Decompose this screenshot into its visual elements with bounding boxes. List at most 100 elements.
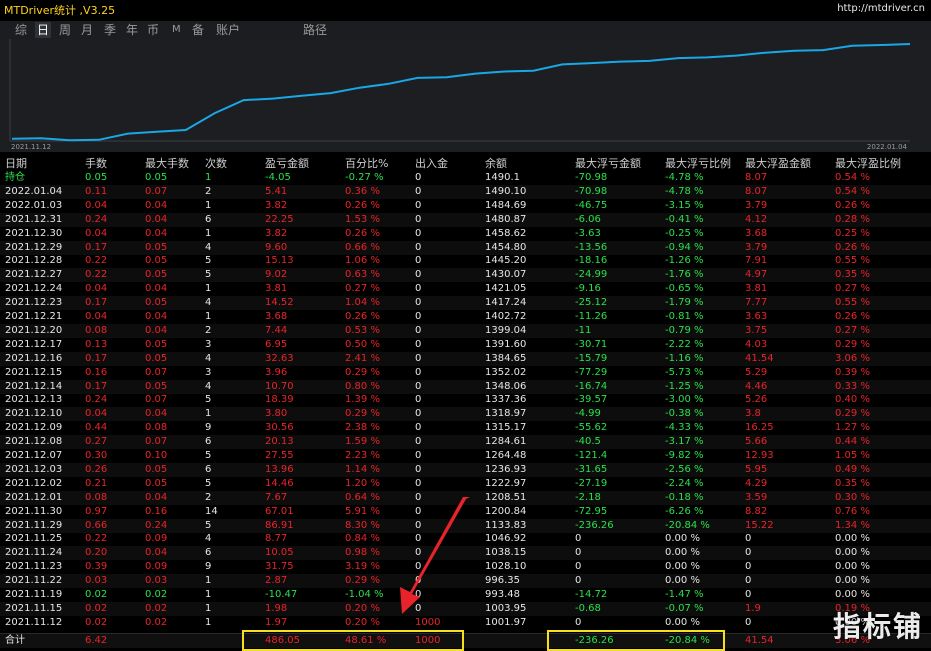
- cell-balance: 1348.06: [485, 381, 527, 392]
- menu-item-account[interactable]: 账户: [216, 22, 240, 38]
- table-row[interactable]: 2021.11.24 0.20 0.04 6 10.05 0.98 % 0 1038.15 0 0…: [0, 546, 931, 560]
- table-row[interactable]: 2021.12.27 0.22 0.05 5 9.02 0.63 % 0 1430.07 -24…: [0, 268, 931, 282]
- cell-max-float-loss-ratio: -20.84 %: [665, 520, 710, 531]
- table-row[interactable]: 2021.11.30 0.97 0.16 14 67.01 5.91 % 0 1200.84 -…: [0, 505, 931, 519]
- cell-percent: 1.53 %: [345, 214, 380, 225]
- cell-max-float-loss-ratio: -5.73 %: [665, 367, 704, 378]
- table-row[interactable]: 2021.11.22 0.03 0.03 1 2.87 0.29 % 0 996.35 0 0.0…: [0, 574, 931, 588]
- cell-max-lots: 0.04: [145, 325, 168, 336]
- cell-max-lots: 0.02: [145, 589, 168, 600]
- cell-pnl: 3.81: [265, 283, 288, 294]
- cell-max-float-profit: 41.54: [745, 635, 774, 646]
- table-row[interactable]: 2022.01.04 0.11 0.07 2 5.41 0.36 % 0 1490.10 -70…: [0, 185, 931, 199]
- cell-max-float-loss: -2.18: [575, 492, 601, 503]
- cell-max-float-loss-ratio: -3.15 %: [665, 200, 704, 211]
- cell-max-float-profit-ratio: 0.44 %: [835, 436, 870, 447]
- cell-max-float-profit: 0: [745, 533, 752, 544]
- table-row[interactable]: 2021.11.19 0.02 0.02 1 -10.47 -1.04 % 0 993.48 -…: [0, 588, 931, 602]
- cell-count: 4: [205, 242, 212, 253]
- menu-item-quarter[interactable]: 季: [104, 22, 116, 38]
- cell-lots: 0.02: [85, 603, 108, 614]
- cell-balance: 1318.97: [485, 408, 527, 419]
- cell-max-float-profit: 8.07: [745, 172, 768, 183]
- menu-item-path[interactable]: 路径: [303, 22, 327, 38]
- menu-item-summary[interactable]: 综: [15, 22, 27, 38]
- cell-max-float-profit-ratio: 0.76 %: [835, 506, 870, 517]
- menu-item-currency[interactable]: 币: [147, 22, 159, 38]
- table-row[interactable]: 2021.12.21 0.04 0.04 1 3.68 0.26 % 0 1402.72 -11…: [0, 310, 931, 324]
- table-row[interactable]: 2021.12.15 0.16 0.07 3 3.96 0.29 % 0 1352.02 -77…: [0, 366, 931, 380]
- cell-balance: 1490.10: [485, 186, 527, 197]
- cell-lots: 0.26: [85, 464, 108, 475]
- table-row[interactable]: 2021.12.23 0.17 0.05 4 14.52 1.04 % 0 1417.24 -2…: [0, 296, 931, 310]
- menu-item-week[interactable]: 周: [59, 22, 71, 38]
- cell-max-float-loss: 0: [575, 561, 582, 572]
- menu-item-year[interactable]: 年: [126, 22, 138, 38]
- table-row[interactable]: 2021.12.10 0.04 0.04 1 3.80 0.29 % 0 1318.97 -4.…: [0, 407, 931, 421]
- website-link[interactable]: http://mtdriver.cn: [837, 3, 925, 14]
- table-row[interactable]: 2021.12.07 0.30 0.10 5 27.55 2.23 % 0 1264.48 -1…: [0, 449, 931, 463]
- cell-date: 2022.01.04: [5, 186, 63, 197]
- cell-lots: 0.04: [85, 311, 108, 322]
- cell-balance: 1458.62: [485, 228, 527, 239]
- cell-lots: 0.97: [85, 506, 108, 517]
- cell-max-float-profit-ratio: 0.00 %: [835, 589, 870, 600]
- cell-max-float-profit-ratio: 1.05 %: [835, 450, 870, 461]
- table-row[interactable]: 2021.12.09 0.44 0.08 9 30.56 2.38 % 0 1315.17 -5…: [0, 421, 931, 435]
- cell-deposit: 0: [415, 172, 422, 183]
- cell-max-lots: 0.04: [145, 547, 168, 558]
- table-row[interactable]: 2021.12.14 0.17 0.05 4 10.70 0.80 % 0 1348.06 -1…: [0, 380, 931, 394]
- menu-item-m[interactable]: M: [172, 22, 181, 38]
- table-row[interactable]: 2021.11.29 0.66 0.24 5 86.91 8.30 % 0 1133.83 -2…: [0, 519, 931, 533]
- header-max-float-loss: 最大浮亏金额: [575, 157, 641, 170]
- table-row[interactable]: 2021.12.24 0.04 0.04 1 3.81 0.27 % 0 1421.05 -9.…: [0, 282, 931, 296]
- table-row[interactable]: 2021.12.08 0.27 0.07 6 20.13 1.59 % 0 1284.61 -4…: [0, 435, 931, 449]
- table-row[interactable]: 2021.12.29 0.17 0.05 4 9.60 0.66 % 0 1454.80 -13…: [0, 241, 931, 255]
- cell-max-float-loss: -46.75: [575, 200, 608, 211]
- header-percent: 百分比%: [345, 157, 389, 170]
- cell-pnl: 2.87: [265, 575, 288, 586]
- cell-balance: 1352.02: [485, 367, 527, 378]
- table-row[interactable]: 2022.01.03 0.04 0.04 1 3.82 0.26 % 0 1484.69 -46…: [0, 199, 931, 213]
- cell-date: 2021.11.23: [5, 561, 63, 572]
- menu-item-day[interactable]: 日: [35, 22, 52, 38]
- table-row[interactable]: 2021.12.31 0.24 0.04 6 22.25 1.53 % 0 1480.87 -6…: [0, 213, 931, 227]
- cell-max-lots: 0.08: [145, 422, 168, 433]
- table-row[interactable]: 2021.12.13 0.24 0.07 5 18.39 1.39 % 0 1337.36 -3…: [0, 393, 931, 407]
- cell-date: 2021.11.22: [5, 575, 63, 586]
- cell-pnl: 14.52: [265, 297, 294, 308]
- menu-item-note[interactable]: 备: [192, 22, 204, 38]
- menu-item-month[interactable]: 月: [81, 22, 93, 38]
- table-row[interactable]: 2021.12.01 0.08 0.04 2 7.67 0.64 % 0 1208.51 -2.…: [0, 491, 931, 505]
- table-row[interactable]: 2021.12.28 0.22 0.05 5 15.13 1.06 % 0 1445.20 -1…: [0, 254, 931, 268]
- cell-balance: 1337.36: [485, 394, 527, 405]
- table-row[interactable]: 2021.11.15 0.02 0.02 1 1.98 0.20 % 0 1003.95 -0.…: [0, 602, 931, 616]
- table-row[interactable]: 2021.11.25 0.22 0.09 4 8.77 0.84 % 0 1046.92 0 0.…: [0, 532, 931, 546]
- table-row[interactable]: 持仓 0.05 0.05 1 -4.05 -0.27 % 0 1490.1 -70.98 -4.7…: [0, 171, 931, 185]
- cell-balance: 1315.17: [485, 422, 527, 433]
- summary-row[interactable]: 合计 6.42 486.05 48.61 % 1000 -236.26 -20.84 % 41…: [0, 633, 931, 648]
- table-row[interactable]: 2021.12.02 0.21 0.05 5 14.46 1.20 % 0 1222.97 -2…: [0, 477, 931, 491]
- cell-count: 1: [205, 200, 212, 211]
- cell-count: 9: [205, 561, 212, 572]
- cell-pnl: 30.56: [265, 422, 294, 433]
- cell-pnl: 86.91: [265, 520, 294, 531]
- cell-max-float-profit: 7.77: [745, 297, 768, 308]
- cell-max-float-profit-ratio: 0.49 %: [835, 464, 870, 475]
- cell-max-float-loss: -14.72: [575, 589, 608, 600]
- table-row[interactable]: 2021.12.20 0.08 0.04 2 7.44 0.53 % 0 1399.04 -11…: [0, 324, 931, 338]
- table-row[interactable]: 2021.11.12 0.02 0.02 1 1.97 0.20 % 1000 1001.97…: [0, 616, 931, 630]
- cell-deposit: 0: [415, 367, 422, 378]
- table-row[interactable]: 2021.12.30 0.04 0.04 1 3.82 0.26 % 0 1458.62 -3.…: [0, 227, 931, 241]
- cell-max-float-loss-ratio: -0.79 %: [665, 325, 704, 336]
- cell-max-float-profit: 5.29: [745, 367, 768, 378]
- table-row[interactable]: 2021.12.16 0.17 0.05 4 32.63 2.41 % 0 1384.65 -1…: [0, 352, 931, 366]
- table-row[interactable]: 2021.12.03 0.26 0.05 6 13.96 1.14 % 0 1236.93 -3…: [0, 463, 931, 477]
- table-row[interactable]: 2021.12.17 0.13 0.05 3 6.95 0.50 % 0 1391.60 -30…: [0, 338, 931, 352]
- cell-max-float-profit-ratio: 0.00 %: [835, 561, 870, 572]
- cell-count: 6: [205, 464, 212, 475]
- cell-deposit: 0: [415, 242, 422, 253]
- table-row[interactable]: 2021.11.23 0.39 0.09 9 31.75 3.19 % 0 1028.10 0 0…: [0, 560, 931, 574]
- cell-date: 2021.12.24: [5, 283, 63, 294]
- cell-max-lots: 0.04: [145, 408, 168, 419]
